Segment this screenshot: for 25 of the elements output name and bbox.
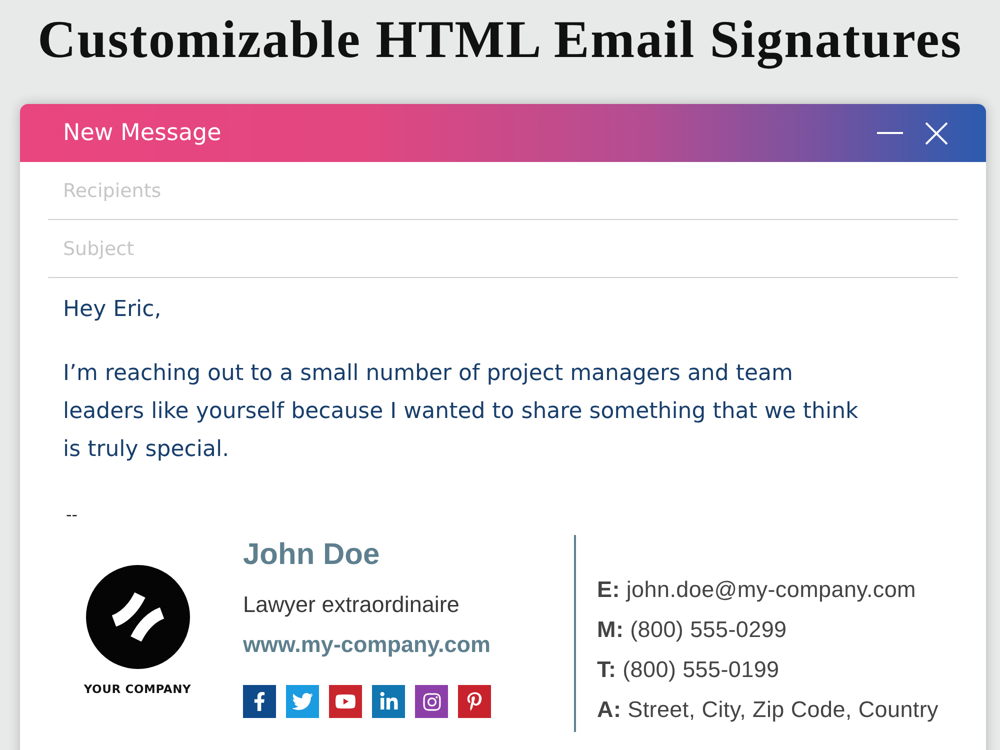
input-field[interactable]: Recipients: [48, 162, 958, 220]
website-link[interactable]: www.my-company.com: [243, 630, 491, 660]
contact-line: T: (800) 555-0199: [597, 656, 780, 684]
signature-separator: --: [66, 505, 78, 525]
contact-line: E: john.doe@my-company.com: [597, 576, 917, 604]
contact-line: M: (800) 555-0299: [597, 616, 788, 644]
input-field[interactable]: Subject: [48, 220, 958, 278]
close-button[interactable]: [925, 122, 948, 144]
window-title: New Message: [63, 120, 222, 146]
signature-name: John Doe: [243, 537, 380, 573]
pinterest-icon[interactable]: [458, 685, 491, 718]
company-logo-icon: [86, 565, 190, 669]
youtube-icon[interactable]: [329, 685, 362, 718]
job-title: Lawyer extraordinaire: [243, 591, 460, 619]
facebook-icon[interactable]: [243, 685, 276, 718]
message-paragraph: I’m reaching out to a small number of project managers and team leaders like yourself because I wanted to share something that we think is truly special.: [63, 360, 860, 464]
linkedin-icon[interactable]: [372, 685, 405, 718]
greeting-text: Hey Eric,: [63, 296, 162, 324]
twitter-icon[interactable]: [286, 685, 319, 718]
page-heading: Customizable HTML Email Signatures: [38, 10, 962, 70]
minimize-icon: [877, 132, 903, 134]
company-logo-text: YOUR COMPANY: [84, 682, 192, 696]
instagram-icon[interactable]: [415, 685, 448, 718]
contact-line: A: Street, City, Zip Code, Country: [597, 696, 939, 724]
close-icon: [925, 122, 948, 144]
